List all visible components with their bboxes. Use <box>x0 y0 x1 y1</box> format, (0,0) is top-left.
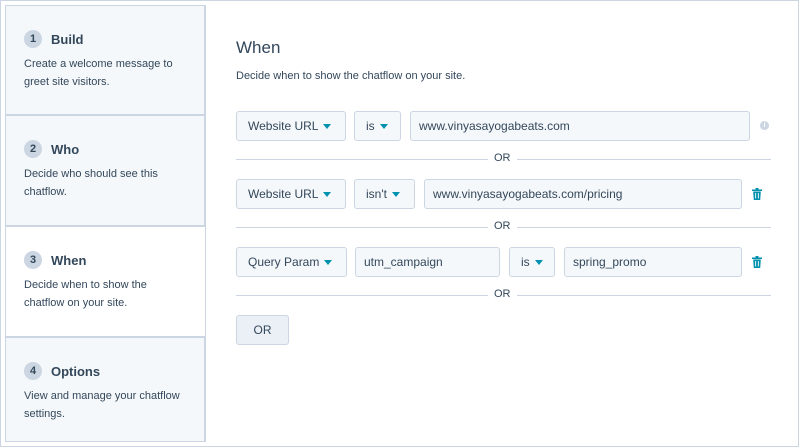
step-number-badge: 2 <box>24 140 42 158</box>
operator-label: is <box>521 255 530 269</box>
url-value-input[interactable]: www.vinyasayogabeats.com/pricing <box>424 179 742 209</box>
step-number-badge: 4 <box>24 362 42 380</box>
step-sidebar: 1 Build Create a welcome message to gree… <box>5 5 205 442</box>
property-dropdown[interactable]: Query Param <box>236 247 347 277</box>
step-options[interactable]: 4 Options View and manage your chatflow … <box>5 337 205 442</box>
caret-down-icon <box>379 123 388 129</box>
query-param-input[interactable]: utm_campaign <box>355 247 500 277</box>
page-subtitle: Decide when to show the chatflow on your… <box>236 70 466 82</box>
query-param-text: utm_campaign <box>364 255 443 269</box>
add-or-rule-button[interactable]: OR <box>236 315 289 345</box>
step-header: 3 When <box>24 251 86 269</box>
url-value-input[interactable]: www.vinyasayogabeats.com <box>410 111 750 141</box>
caret-down-icon <box>391 191 400 197</box>
step-title: Build <box>51 31 84 47</box>
caret-down-icon <box>324 259 333 265</box>
page-title: When <box>236 38 281 57</box>
step-header: 4 Options <box>24 362 100 380</box>
step-title: When <box>51 252 87 268</box>
caret-down-icon <box>323 123 332 129</box>
url-value-text: www.vinyasayogabeats.com/pricing <box>433 187 623 201</box>
step-number-badge: 3 <box>24 251 42 269</box>
step-number-badge: 1 <box>24 30 42 48</box>
operator-dropdown[interactable]: is <box>354 111 401 141</box>
step-when[interactable]: 3 When Decide when to show the chatflow … <box>5 226 205 337</box>
info-icon[interactable]: i <box>760 121 769 130</box>
property-label: Query Param <box>248 255 320 269</box>
property-dropdown[interactable]: Website URL <box>236 111 346 141</box>
step-description: View and manage your chatflow settings. <box>24 390 180 420</box>
param-value-text: spring_promo <box>573 255 647 269</box>
step-title: Who <box>51 141 80 157</box>
or-separator-label: OR <box>488 288 517 300</box>
step-build[interactable]: 1 Build Create a welcome message to gree… <box>5 5 205 115</box>
step-description: Decide who should see this chatflow. <box>24 168 158 198</box>
app-frame: 1 Build Create a welcome message to gree… <box>0 0 799 447</box>
operator-dropdown[interactable]: isn't <box>354 179 415 209</box>
operator-dropdown[interactable]: is <box>509 247 555 277</box>
url-value-text: www.vinyasayogabeats.com <box>419 119 570 133</box>
property-label: Website URL <box>248 187 319 201</box>
trash-icon[interactable] <box>752 188 762 200</box>
operator-label: is <box>366 119 375 133</box>
step-description: Decide when to show the chatflow on your… <box>24 279 147 309</box>
step-title: Options <box>51 363 101 379</box>
or-separator-label: OR <box>488 152 517 164</box>
property-dropdown[interactable]: Website URL <box>236 179 346 209</box>
when-panel: When Decide when to show the chatflow on… <box>205 5 795 442</box>
property-label: Website URL <box>248 119 319 133</box>
step-header: 2 Who <box>24 140 79 158</box>
caret-down-icon <box>323 191 332 197</box>
trash-icon[interactable] <box>752 256 762 268</box>
param-value-input[interactable]: spring_promo <box>564 247 742 277</box>
caret-down-icon <box>534 259 543 265</box>
step-header: 1 Build <box>24 30 84 48</box>
step-description: Create a welcome message to greet site v… <box>24 58 173 88</box>
operator-label: isn't <box>366 187 387 201</box>
step-who[interactable]: 2 Who Decide who should see this chatflo… <box>5 115 205 226</box>
or-separator-label: OR <box>488 220 517 232</box>
